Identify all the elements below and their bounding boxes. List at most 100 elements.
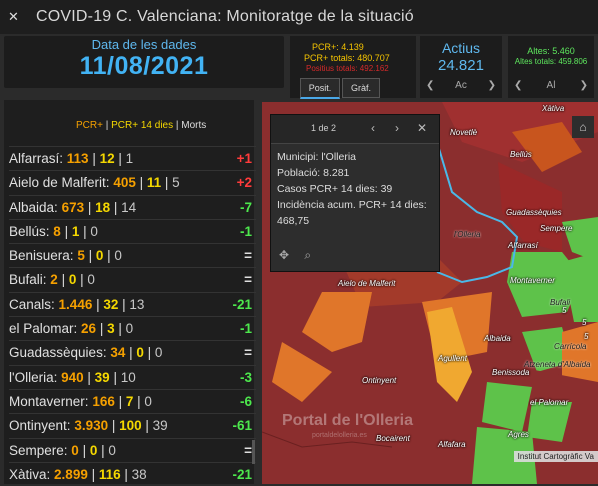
municipality-name: el Palomar:: [9, 321, 78, 337]
municipality-name: Aielo de Malferit:: [9, 175, 110, 191]
list-item[interactable]: l'Olleria: 940 | 39 | 10 -3: [9, 364, 256, 389]
list-item[interactable]: Ontinyent: 3.930 | 100 | 39 -61: [9, 413, 256, 437]
home-icon[interactable]: ⌂: [572, 116, 594, 138]
chevron-right-icon[interactable]: ❯: [580, 80, 588, 91]
change-value: =: [244, 248, 252, 264]
morts-value: 14: [121, 199, 137, 215]
list-item[interactable]: Canals: 1.446 | 32 | 13 -21: [9, 291, 256, 316]
map-label-olleria: l'Olleria: [454, 230, 481, 239]
app-title: COVID-19 C. Valenciana: Monitoratge de l…: [36, 8, 414, 25]
morts-value: 0: [90, 223, 98, 239]
municipality-name: l'Olleria:: [9, 369, 58, 385]
map-label-alfafara: Alfafara: [438, 440, 466, 449]
chevron-left-icon[interactable]: ‹: [371, 121, 375, 135]
map-label-s6: 5: [582, 318, 587, 327]
map-label-bufali: Bufali: [550, 298, 571, 307]
pcr14-value: 39: [94, 369, 110, 385]
change-value: -7: [239, 199, 252, 215]
pcr-value: 2: [50, 272, 58, 288]
map-label-guadassequies: Guadassèquies: [506, 208, 562, 217]
list-item[interactable]: Aielo de Malferit: 405 | 11 | 5 +2: [9, 170, 256, 194]
pcr14-value: 100: [119, 418, 142, 434]
popup-municipi: Municipi: l'Olleria: [277, 151, 357, 163]
map-label-xativa: Xàtiva: [542, 104, 565, 113]
change-value: -1: [239, 321, 252, 337]
zoom-icon[interactable]: ⌕: [304, 248, 311, 262]
date-panel: Data de les dades 11/08/2021: [4, 36, 284, 88]
popup-nav: 1 de 2 ‹ › ✕: [271, 115, 439, 144]
pcr-value: 2.899: [54, 466, 88, 482]
map-label-aielo: Aielo de Malferit: [338, 279, 396, 288]
chevron-right-icon[interactable]: ❯: [488, 80, 496, 91]
pcr-value: 166: [92, 393, 115, 409]
list-item[interactable]: Bellús: 8 | 1 | 0 -1: [9, 218, 256, 243]
change-value: -21: [232, 296, 252, 312]
map-label-carricola: Carrícola: [554, 342, 587, 351]
map-label-alfarrasi: Alfarrasí: [508, 241, 538, 250]
municipality-name: Sempere:: [9, 442, 68, 458]
popup-counter: 1 de 2: [311, 123, 337, 133]
pcr-value: 34: [110, 345, 126, 361]
morts-value: 5: [172, 175, 180, 191]
list-item[interactable]: Guadassèquies: 34 | 0 | 0 =: [9, 340, 256, 364]
altes-daily: Altes: 5.460: [527, 46, 575, 56]
pcr-total: PCR+ totals: 480.707: [304, 53, 390, 63]
chevron-left-icon[interactable]: ❮: [426, 80, 434, 91]
list-item[interactable]: el Palomar: 26 | 3 | 0 -1: [9, 316, 256, 340]
morts-value: 10: [120, 369, 136, 385]
morts-value: 0: [87, 272, 95, 288]
tab-posit[interactable]: Posit.: [300, 78, 340, 99]
map-label-agres: Agres: [508, 430, 529, 439]
info-popup: 1 de 2 ‹ › ✕ Municipi: l'Olleria Poblaci…: [270, 114, 440, 272]
scrollbar[interactable]: [252, 440, 255, 464]
list-item[interactable]: Benisuera: 5 | 0 | 0 =: [9, 243, 256, 267]
popup-poblacio: Població: 8.281: [277, 167, 350, 179]
popup-incidencia: Incidència acum. PCR+ 14 dies: 468,75: [277, 199, 427, 227]
list-item[interactable]: Montaverner: 166 | 7 | 0 -6: [9, 388, 256, 413]
map-panel[interactable]: Xàtiva Novetlè Bellús Guadassèquies Semp…: [262, 102, 598, 484]
list-item[interactable]: Xàtiva: 2.899 | 116 | 38 -21: [9, 461, 256, 486]
municipality-list-panel: PCR+ | PCR+ 14 dies | Morts Alfarrasí: 1…: [4, 100, 256, 486]
actius-nav-label: Ac: [455, 80, 467, 91]
positius-total: Positius totals: 492.162: [306, 64, 389, 73]
change-value: +2: [236, 175, 252, 191]
map-label-atzeneta: Atzeneta d'Albaida: [524, 360, 591, 369]
municipality-name: Xàtiva:: [9, 466, 51, 482]
actius-nav: ❮ Ac ❯: [426, 80, 496, 91]
pcr14-value: 32: [103, 296, 119, 312]
municipality-name: Bufali:: [9, 272, 47, 288]
pcr-value: 0: [71, 442, 79, 458]
header-morts: Morts: [181, 120, 207, 131]
pcr14-value: 0: [136, 345, 144, 361]
map-label-ontinyent: Ontinyent: [362, 376, 397, 385]
actius-value: 24.821: [438, 57, 484, 74]
list-item[interactable]: Bufali: 2 | 0 | 0 =: [9, 267, 256, 291]
watermark-url: portaldelolleria.es: [312, 432, 367, 439]
morts-value: 13: [129, 296, 145, 312]
list-item[interactable]: Sempere: 0 | 0 | 0 =: [9, 437, 256, 462]
pcr14-value: 18: [95, 199, 111, 215]
municipality-name: Canals:: [9, 296, 55, 312]
change-value: -61: [232, 418, 252, 434]
popup-casos: Casos PCR+ 14 dies: 39: [277, 183, 393, 195]
pcr-value: 940: [61, 369, 84, 385]
close-icon[interactable]: ✕: [417, 121, 427, 135]
list-item[interactable]: Alfarrasí: 113 | 12 | 1 +1: [9, 146, 256, 170]
map-attribution: Institut Cartogràfic Va: [513, 451, 598, 462]
altes-nav: ❮ Al ❯: [514, 80, 588, 91]
map-label-agullent: Agullent: [438, 354, 467, 363]
chevron-left-icon[interactable]: ❮: [514, 80, 522, 91]
pcr-panel: PCR+: 4.139 PCR+ totals: 480.707 Positiu…: [290, 36, 416, 99]
move-icon[interactable]: ✥: [279, 248, 289, 262]
tab-graf[interactable]: Gràf.: [342, 78, 380, 98]
chevron-right-icon[interactable]: ›: [395, 121, 399, 135]
municipality-name: Guadassèquies:: [9, 345, 107, 361]
morts-value: 0: [154, 345, 163, 361]
municipality-name: Albaida:: [9, 199, 58, 215]
map-label-s7: 5: [584, 332, 589, 341]
municipality-name: Ontinyent:: [9, 418, 71, 434]
list-item[interactable]: Albaida: 673 | 18 | 14 -7: [9, 194, 256, 219]
header-pcr: PCR+: [76, 120, 103, 131]
map-label-s5: 5: [562, 306, 567, 315]
watermark-logo: Portal de l'Olleria: [282, 412, 413, 429]
